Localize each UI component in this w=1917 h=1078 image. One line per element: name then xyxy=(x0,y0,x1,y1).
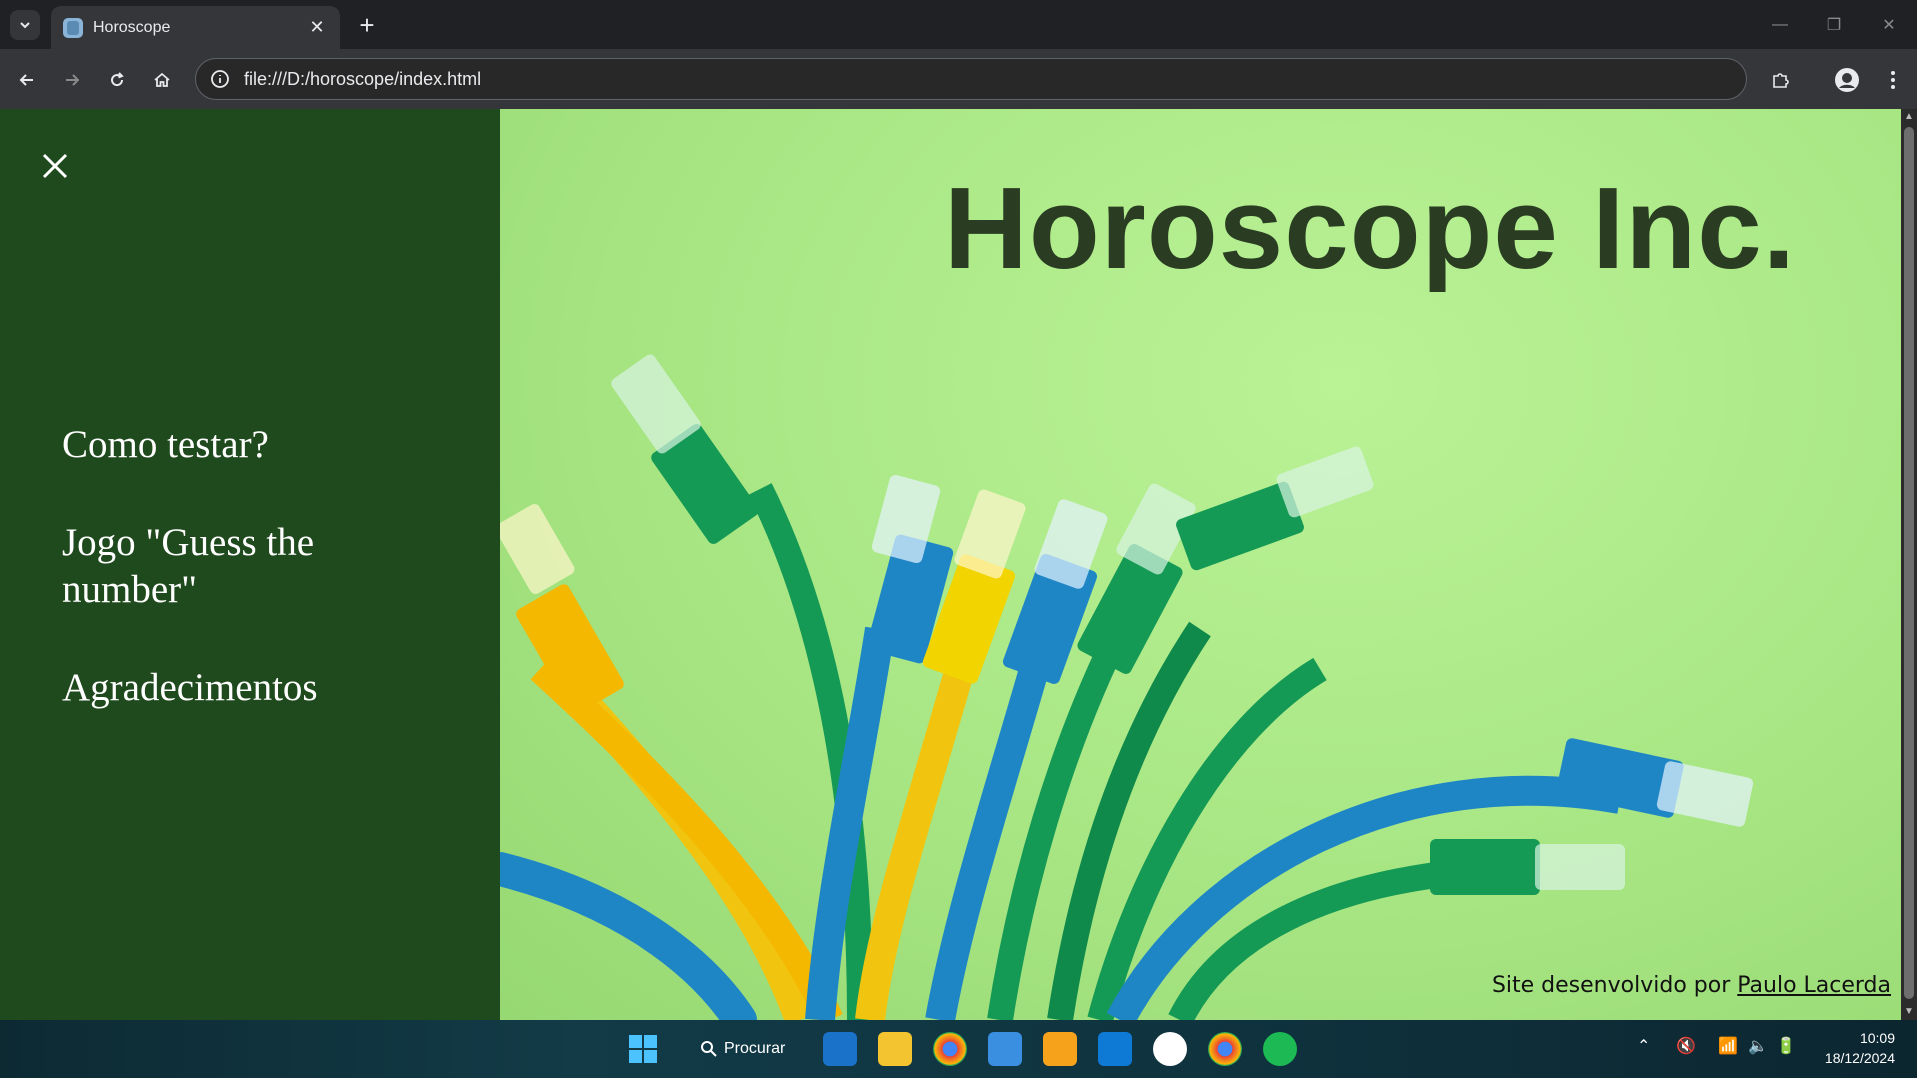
back-button[interactable] xyxy=(11,64,43,96)
tab-horoscope[interactable]: Horoscope ✕ xyxy=(51,6,340,49)
wifi-icon[interactable]: 📶 xyxy=(1718,1036,1738,1056)
developer-credit: Site desenvolvido por Paulo Lacerda xyxy=(1492,973,1891,998)
mute-icon[interactable]: 🔇 xyxy=(1676,1036,1696,1056)
credit-text: Site desenvolvido por xyxy=(1491,973,1731,998)
chrome-profile-icon[interactable] xyxy=(1208,1032,1242,1066)
tab-search-button[interactable] xyxy=(10,10,40,40)
browser-menu-button[interactable] xyxy=(1877,64,1909,96)
scroll-up-icon[interactable]: ▲ xyxy=(1901,109,1917,125)
site-title: Horoscope Inc. xyxy=(944,163,1796,293)
page-viewport: Como testar? Jogo "Guess the number" Agr… xyxy=(0,109,1917,1020)
outlook-icon[interactable] xyxy=(823,1032,857,1066)
hero-section: Horoscope Inc. Site desenvolvido por Pau… xyxy=(500,109,1901,1020)
forward-button[interactable] xyxy=(56,64,88,96)
vscode-icon[interactable] xyxy=(1098,1032,1132,1066)
github-icon[interactable] xyxy=(1153,1032,1187,1066)
developer-link[interactable]: Paulo Lacerda xyxy=(1737,973,1891,998)
address-bar[interactable]: file:///D:/horoscope/index.html xyxy=(195,58,1747,100)
reload-icon xyxy=(111,72,124,87)
clock-time: 10:09 xyxy=(1859,1030,1895,1046)
chevron-down-icon xyxy=(20,22,30,29)
home-icon xyxy=(154,72,170,87)
windows-start-icon[interactable] xyxy=(626,1032,660,1066)
reload-button[interactable] xyxy=(101,64,133,96)
nav-item-agradecimentos[interactable]: Agradecimentos xyxy=(62,664,422,711)
side-menu: Como testar? Jogo "Guess the number" Agr… xyxy=(0,109,500,1020)
file-explorer-icon[interactable] xyxy=(878,1032,912,1066)
chevron-up-icon[interactable]: ⌃ xyxy=(1637,1036,1650,1056)
clock-date: 18/12/2024 xyxy=(1824,1050,1895,1066)
url-text: file:///D:/horoscope/index.html xyxy=(244,68,482,89)
close-window-button[interactable]: ✕ xyxy=(1861,0,1917,49)
page-favicon-icon xyxy=(63,17,83,38)
app-icon[interactable] xyxy=(1043,1032,1077,1066)
close-icon[interactable] xyxy=(38,149,72,183)
spotify-icon[interactable] xyxy=(1263,1032,1297,1066)
tab-close-button[interactable]: ✕ xyxy=(306,17,328,38)
more-vertical-icon xyxy=(1891,71,1895,89)
taskbar-search[interactable]: Procurar xyxy=(690,1031,800,1067)
site-info-icon[interactable] xyxy=(209,68,231,90)
avatar-icon xyxy=(1835,68,1859,92)
nav-item-guess-the-number[interactable]: Jogo "Guess the number" xyxy=(62,519,422,613)
scroll-down-icon[interactable]: ▼ xyxy=(1901,1004,1917,1020)
scroll-thumb[interactable] xyxy=(1904,127,1914,999)
new-tab-button[interactable]: + xyxy=(352,10,382,40)
minimize-button[interactable]: — xyxy=(1752,0,1808,49)
arrow-left-icon xyxy=(19,74,33,86)
tab-title: Horoscope xyxy=(93,18,171,36)
profile-button[interactable] xyxy=(1831,64,1863,96)
photos-icon[interactable] xyxy=(988,1032,1022,1066)
volume-muted-icon[interactable]: 🔈 xyxy=(1748,1036,1768,1056)
browser-toolbar: file:///D:/horoscope/index.html xyxy=(0,49,1917,109)
windows-taskbar: Procurar ⌃ 🔇 📶 🔈 🔋 10:09 18/12/2024 xyxy=(0,1020,1917,1078)
nav-item-como-testar[interactable]: Como testar? xyxy=(62,421,422,468)
battery-icon[interactable]: 🔋 xyxy=(1776,1036,1796,1056)
puzzle-piece-icon xyxy=(1773,73,1789,88)
browser-window: Horoscope ✕ + — ❐ ✕ file:///D:/horoscope… xyxy=(0,0,1917,1078)
search-label: Procurar xyxy=(724,1040,786,1057)
vertical-scrollbar[interactable]: ▲ ▼ xyxy=(1901,109,1917,1020)
restore-button[interactable]: ❐ xyxy=(1806,0,1862,49)
search-icon xyxy=(701,1041,717,1057)
home-button[interactable] xyxy=(146,64,178,96)
tab-strip: Horoscope ✕ + — ❐ ✕ xyxy=(0,0,1917,49)
extensions-button[interactable] xyxy=(1765,64,1797,96)
arrow-right-icon xyxy=(66,74,80,86)
chrome-icon[interactable] xyxy=(933,1032,967,1066)
system-clock[interactable]: 10:09 18/12/2024 xyxy=(1825,1028,1895,1068)
